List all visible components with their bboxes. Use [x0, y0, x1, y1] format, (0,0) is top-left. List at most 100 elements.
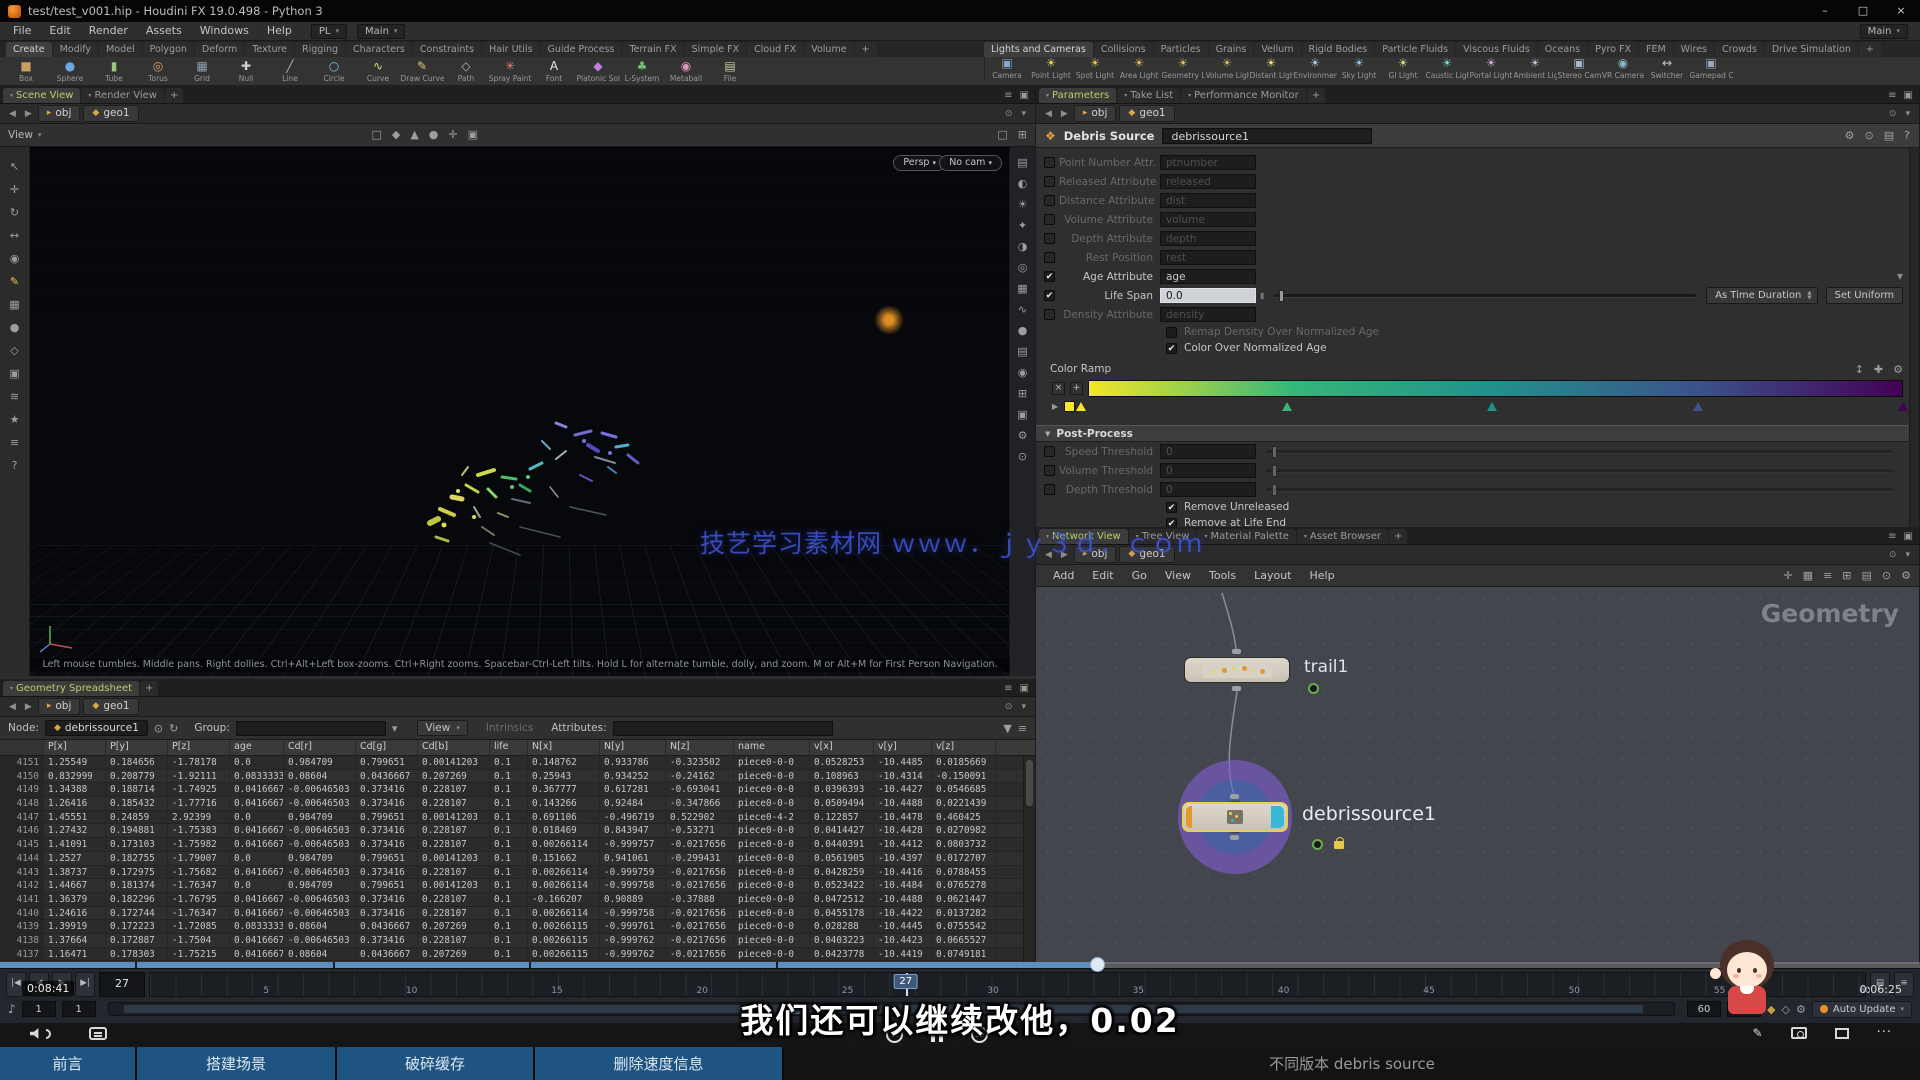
checkbox-volume-attribute[interactable]: [1044, 214, 1055, 225]
debrissource1-output-connector[interactable]: [1230, 835, 1239, 840]
forward-icon[interactable]: ▶: [1058, 109, 1071, 119]
shelf-tab-texture[interactable]: Texture: [245, 42, 294, 57]
path-options-icon[interactable]: ▾: [1902, 109, 1913, 119]
menu-file[interactable]: File: [4, 22, 40, 40]
gear-icon[interactable]: ⚙: [1845, 129, 1855, 142]
grid-toggle-icon[interactable]: ▦: [1803, 569, 1813, 582]
checkbox-color-over-normalized-age[interactable]: ✔: [1166, 343, 1177, 354]
shelf-tab-volume[interactable]: Volume: [804, 42, 853, 57]
more-options-button[interactable]: ···: [1877, 1027, 1892, 1039]
table-row[interactable]: 41401.246160.172744-1.763470.0416667-0.0…: [0, 907, 1035, 921]
slider-handle[interactable]: [1272, 446, 1277, 458]
table-row[interactable]: 41511.255490.184656-1.781780.00.9847090.…: [0, 756, 1035, 770]
shelf-tool-draw-curve[interactable]: ✎Draw Curve: [400, 57, 444, 85]
column-header-n-z[interactable]: N[z]: [666, 740, 734, 755]
dynamics-mode-icon[interactable]: ●: [429, 129, 439, 141]
shelf-tab-create[interactable]: Create: [6, 42, 52, 57]
pane-menu-icon[interactable]: ≡: [1004, 683, 1018, 696]
volume-button[interactable]: [30, 1028, 51, 1040]
background-icon[interactable]: ▤: [1017, 346, 1027, 358]
grid-icon[interactable]: ⊞: [1018, 388, 1027, 400]
breadcrumb-geo1[interactable]: ◆geo1: [83, 698, 138, 715]
list-options-icon[interactable]: ≡: [1018, 722, 1027, 735]
ramp-marker[interactable]: [1898, 402, 1908, 411]
pause-button[interactable]: [931, 1028, 943, 1042]
fullscreen-button[interactable]: [1835, 1028, 1849, 1039]
translate-tool-icon[interactable]: ✛: [10, 184, 19, 196]
field-point-number-attr[interactable]: ptnumber: [1160, 155, 1256, 170]
pane-tab-add-button[interactable]: +: [1307, 88, 1325, 103]
shelf-tab-terrain-fx[interactable]: Terrain FX: [622, 42, 683, 57]
shelf-tab-lights-and-cameras[interactable]: Lights and Cameras: [984, 42, 1093, 57]
screenshot-button[interactable]: [1791, 1027, 1807, 1039]
rotate-tool-icon[interactable]: ↻: [10, 207, 19, 219]
pane-maximize-icon[interactable]: ▣: [1020, 683, 1035, 696]
ramp-settings-icon[interactable]: ⚙: [1893, 363, 1903, 376]
reflections-icon[interactable]: ◎: [1018, 262, 1028, 274]
pane-menu-icon[interactable]: ≡: [1888, 531, 1902, 544]
chapter-current[interactable]: 不同版本 debris source: [784, 1047, 1920, 1080]
ramp-add-icon[interactable]: ✚: [1874, 363, 1883, 376]
snap-grid-icon[interactable]: ▦: [9, 299, 19, 311]
breadcrumb-obj[interactable]: ▸obj: [38, 105, 81, 122]
checkbox-life-span[interactable]: ✔: [1044, 290, 1055, 301]
checkbox-distance-attribute[interactable]: [1044, 195, 1055, 206]
checkbox-depth-threshold[interactable]: [1044, 484, 1055, 495]
ramp-remove-point-button[interactable]: ×: [1052, 382, 1065, 395]
pin-pane-icon[interactable]: ⊙: [1886, 550, 1900, 560]
column-header-p-x[interactable]: P[x]: [44, 740, 106, 755]
chapter-[interactable]: 前言: [0, 1047, 135, 1080]
snap-point-icon[interactable]: ●: [10, 322, 20, 334]
checkbox-speed-threshold[interactable]: [1044, 446, 1055, 457]
debrissource1-label[interactable]: debrissource1: [1302, 803, 1436, 825]
path-options-icon[interactable]: ▾: [1902, 550, 1913, 560]
shelf-tool-environment-light[interactable]: ☀Environment Light: [1293, 57, 1337, 80]
menu-windows[interactable]: Windows: [191, 22, 258, 40]
node-chip[interactable]: ◆debrissource1: [45, 720, 148, 736]
pane-menu-icon[interactable]: ≡: [1004, 90, 1018, 103]
pin-pane-icon[interactable]: ⊙: [1002, 109, 1016, 119]
menu-help[interactable]: Help: [258, 22, 301, 40]
shelf-tool-caustic-light[interactable]: ☀Caustic Light: [1425, 57, 1469, 80]
shelf-tab-add-button[interactable]: +: [855, 42, 877, 57]
radial-menu-icon[interactable]: ≡: [10, 437, 19, 449]
slider-life-span[interactable]: [1274, 294, 1696, 298]
checkbox-remove-unreleased[interactable]: ✔: [1166, 502, 1177, 513]
secure-selection-icon[interactable]: ▣: [468, 129, 478, 141]
trail1-input-connector[interactable]: [1232, 649, 1241, 654]
layout-quad-icon[interactable]: ⊞: [1018, 129, 1027, 141]
auto-update-dropdown[interactable]: Auto Update ▾: [1812, 1001, 1912, 1018]
pane-tab-take-list[interactable]: ▾Take List: [1117, 88, 1180, 103]
checkbox-point-number-attr[interactable]: [1044, 157, 1055, 168]
slider-handle[interactable]: [1272, 465, 1277, 477]
pose-tool-icon[interactable]: ◉: [10, 253, 20, 265]
field-rest-position[interactable]: rest: [1160, 250, 1256, 265]
network-canvas[interactable]: Geometry trail1 d: [1036, 587, 1919, 964]
maximize-button[interactable]: □: [1844, 0, 1882, 22]
view-dropdown[interactable]: View▾: [417, 720, 467, 736]
column-header-cd-b[interactable]: Cd[b]: [418, 740, 490, 755]
chapter-[interactable]: 破碎缓存: [337, 1047, 533, 1080]
snap-vertex-icon[interactable]: ◇: [10, 345, 18, 357]
shelf-tool-null[interactable]: ✚Null: [224, 57, 268, 85]
pane-menu-icon[interactable]: ≡: [1888, 90, 1902, 103]
geometry-mode-icon[interactable]: ▲: [410, 129, 418, 141]
params-scrollbar[interactable]: [1909, 148, 1919, 527]
minimize-button[interactable]: –: [1806, 0, 1844, 22]
post-process-header[interactable]: ▼Post-Process: [1036, 425, 1919, 442]
node-trail1[interactable]: [1184, 657, 1290, 683]
current-frame-field[interactable]: 27: [99, 972, 145, 997]
field-volume-threshold[interactable]: 0: [1160, 463, 1256, 478]
breadcrumb-geo1[interactable]: ◆geo1: [1119, 105, 1174, 122]
node-name-field[interactable]: debrissource1: [1162, 128, 1372, 144]
shelf-tool-portal-light[interactable]: ☀Portal Light: [1469, 57, 1513, 80]
jump-to-end-button[interactable]: ▶|: [75, 972, 95, 997]
shelf-tab-drive-simulation[interactable]: Drive Simulation: [1765, 42, 1858, 57]
table-row[interactable]: 41381.376640.172887-1.75040.0416667-0.00…: [0, 934, 1035, 948]
ramp-add-point-button[interactable]: +: [1070, 382, 1083, 395]
table-row[interactable]: 41431.387370.172975-1.756820.0416667-0.0…: [0, 866, 1035, 880]
table-row[interactable]: 41371.164710.178303-1.752150.04166670.08…: [0, 948, 1035, 962]
shelf-tool-metaball[interactable]: ◉Metaball: [664, 57, 708, 85]
forward-icon[interactable]: ▶: [1058, 550, 1071, 560]
pane-tab-performance-monitor[interactable]: ▾Performance Monitor: [1181, 88, 1306, 103]
